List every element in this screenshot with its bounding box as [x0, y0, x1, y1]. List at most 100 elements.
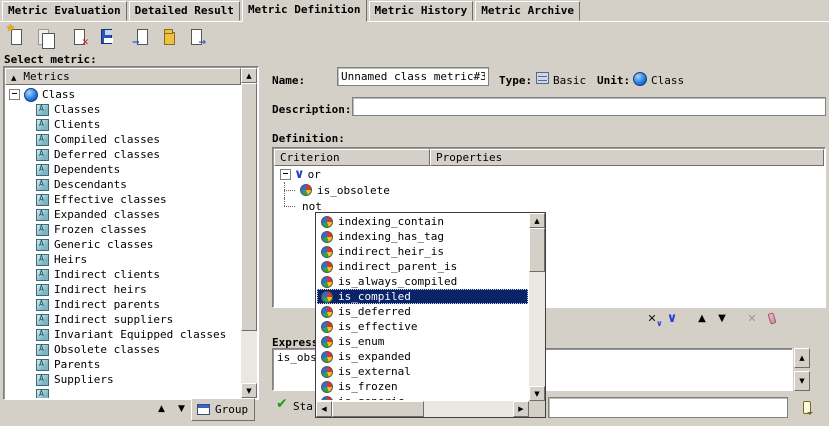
toolbar: ★ ✕ → →: [4, 25, 211, 48]
tab[interactable]: Metric Archive: [475, 1, 580, 21]
sort-ascending-icon: [11, 70, 16, 83]
metric-tree-item[interactable]: Generic classes: [5, 237, 241, 252]
tab[interactable]: Metric Definition: [242, 0, 367, 22]
tab-label: Metric Evaluation: [8, 4, 121, 17]
expression-scrollbar[interactable]: ▲ ▼: [794, 348, 810, 391]
criterion-option[interactable]: is_external: [317, 364, 528, 379]
import-metric-button[interactable]: →: [130, 25, 155, 48]
move-metric-down-button[interactable]: ▼: [173, 400, 190, 418]
scroll-left-icon[interactable]: ◀: [316, 401, 332, 417]
metric-tree-item[interactable]: Indirect suppliers: [5, 312, 241, 327]
criterion-row-label: is_obsolete: [317, 184, 390, 197]
scrollbar-thumb[interactable]: [332, 401, 424, 417]
metric-tree-item[interactable]: Indirect heirs: [5, 282, 241, 297]
scroll-down-icon[interactable]: ▼: [794, 371, 810, 391]
metric-tree-item[interactable]: Clients: [5, 117, 241, 132]
criterion-icon: [321, 336, 333, 348]
metric-tree-item[interactable]: Descendants: [5, 177, 241, 192]
criterion-option-label: is_effective: [338, 320, 417, 333]
scroll-up-icon[interactable]: ▲: [794, 348, 810, 368]
metric-tree-item[interactable]: Expanded classes: [5, 207, 241, 222]
properties-column-header[interactable]: Properties: [430, 149, 824, 166]
criterion-option[interactable]: is_compiled: [317, 289, 528, 304]
or-criterion-button[interactable]: [662, 309, 682, 327]
move-metric-up-button[interactable]: ▲: [153, 400, 170, 418]
metric-tree-item[interactable]: Invariant Equipped classes: [5, 327, 241, 342]
scroll-up-icon[interactable]: ▲: [241, 68, 257, 83]
save-metric-button[interactable]: [94, 25, 119, 48]
metric-tree-item[interactable]: Parents: [5, 357, 241, 372]
erase-definition-button[interactable]: [762, 309, 782, 327]
metrics-column-header[interactable]: Metrics: [5, 68, 241, 85]
metric-name-input[interactable]: [337, 67, 489, 86]
metric-tree-item[interactable]: Suppliers: [5, 372, 241, 387]
criterion-option[interactable]: is_effective: [317, 319, 528, 334]
criterion-option[interactable]: is_always_compiled: [317, 274, 528, 289]
metric-tree-item[interactable]: Indirect parents: [5, 297, 241, 312]
open-metrics-folder-button[interactable]: [157, 25, 182, 48]
scroll-right-icon[interactable]: ▶: [513, 401, 529, 417]
metric-tree-item[interactable]: Obsolete classes: [5, 342, 241, 357]
scroll-up-icon[interactable]: ▲: [529, 213, 545, 228]
move-criterion-up-button[interactable]: [692, 309, 712, 327]
tab[interactable]: Metric History: [369, 1, 474, 21]
metric-tree: Class Classes Clients: [5, 85, 241, 398]
metric-tree-item[interactable]: Compiled classes: [5, 132, 241, 147]
tab-label: Metric Definition: [248, 3, 361, 16]
criterion-row-or[interactable]: or: [274, 166, 824, 182]
copy-metric-button[interactable]: [31, 25, 56, 48]
criterion-row-label: or: [308, 168, 321, 181]
criterion-option[interactable]: is_generic: [317, 394, 528, 400]
description-input[interactable]: [352, 97, 826, 116]
remove-criterion-button[interactable]: [742, 309, 762, 327]
dropdown-horizontal-scrollbar[interactable]: ◀ ▶: [316, 401, 529, 417]
criterion-option-label: indirect_parent_is: [338, 260, 457, 273]
comment-button[interactable]: [796, 399, 818, 418]
metric-tree-item[interactable]: Heirs: [5, 252, 241, 267]
criterion-column-header[interactable]: Criterion: [274, 149, 430, 166]
metric-tree-item[interactable]: Frozen classes: [5, 222, 241, 237]
dropdown-vertical-scrollbar[interactable]: ▲ ▼: [529, 213, 545, 401]
scroll-down-icon[interactable]: ▼: [241, 383, 257, 398]
new-metric-button[interactable]: ★: [4, 25, 29, 48]
scrollbar-thumb[interactable]: [529, 228, 545, 272]
metric-tree-item[interactable]: Classes: [5, 102, 241, 117]
metric-tree-item[interactable]: Indirect clients: [5, 267, 241, 282]
move-up-icon: [698, 313, 706, 324]
bottom-filter-input[interactable]: [548, 397, 788, 418]
metric-icon: [36, 134, 49, 146]
criterion-option[interactable]: indexing_has_tag: [317, 229, 528, 244]
criterion-option[interactable]: is_frozen: [317, 379, 528, 394]
export-metric-button[interactable]: →: [184, 25, 209, 48]
metric-tree-item[interactable]: Effective classes: [5, 192, 241, 207]
tab[interactable]: Detailed Result: [129, 1, 240, 21]
metric-tree-root[interactable]: Class: [5, 87, 241, 102]
scrollbar-corner: [529, 401, 545, 417]
criterion-option[interactable]: is_deferred: [317, 304, 528, 319]
metric-tree-item[interactable]: [5, 387, 241, 398]
criterion-option[interactable]: indirect_heir_is: [317, 244, 528, 259]
metric-icon: [36, 104, 49, 116]
tab-label: Metric History: [375, 4, 468, 17]
criterion-row-is-obsolete[interactable]: is_obsolete: [274, 182, 824, 198]
collapse-expander-icon[interactable]: [280, 169, 291, 180]
group-button[interactable]: Group: [191, 398, 255, 421]
metric-tree-item[interactable]: Deferred classes: [5, 147, 241, 162]
scrollbar-thumb[interactable]: [241, 83, 257, 331]
criterion-option[interactable]: indexing_contain: [317, 214, 528, 229]
criterion-option[interactable]: indirect_parent_is: [317, 259, 528, 274]
move-criterion-down-button[interactable]: [712, 309, 732, 327]
change-operator-button[interactable]: [642, 309, 662, 327]
metric-list-scrollbar[interactable]: ▲ ▼: [241, 68, 257, 398]
metric-icon: [36, 239, 49, 251]
criterion-icon: [321, 261, 333, 273]
criterion-option[interactable]: is_enum: [317, 334, 528, 349]
collapse-expander-icon[interactable]: [9, 89, 20, 100]
criterion-option[interactable]: is_expanded: [317, 349, 528, 364]
delete-metric-button[interactable]: ✕: [67, 25, 92, 48]
tab[interactable]: Metric Evaluation: [2, 1, 127, 21]
scroll-down-icon[interactable]: ▼: [529, 386, 545, 401]
select-metric-label: Select metric:: [4, 53, 97, 66]
metric-tree-item-label: Clients: [54, 118, 100, 131]
metric-tree-item[interactable]: Dependents: [5, 162, 241, 177]
